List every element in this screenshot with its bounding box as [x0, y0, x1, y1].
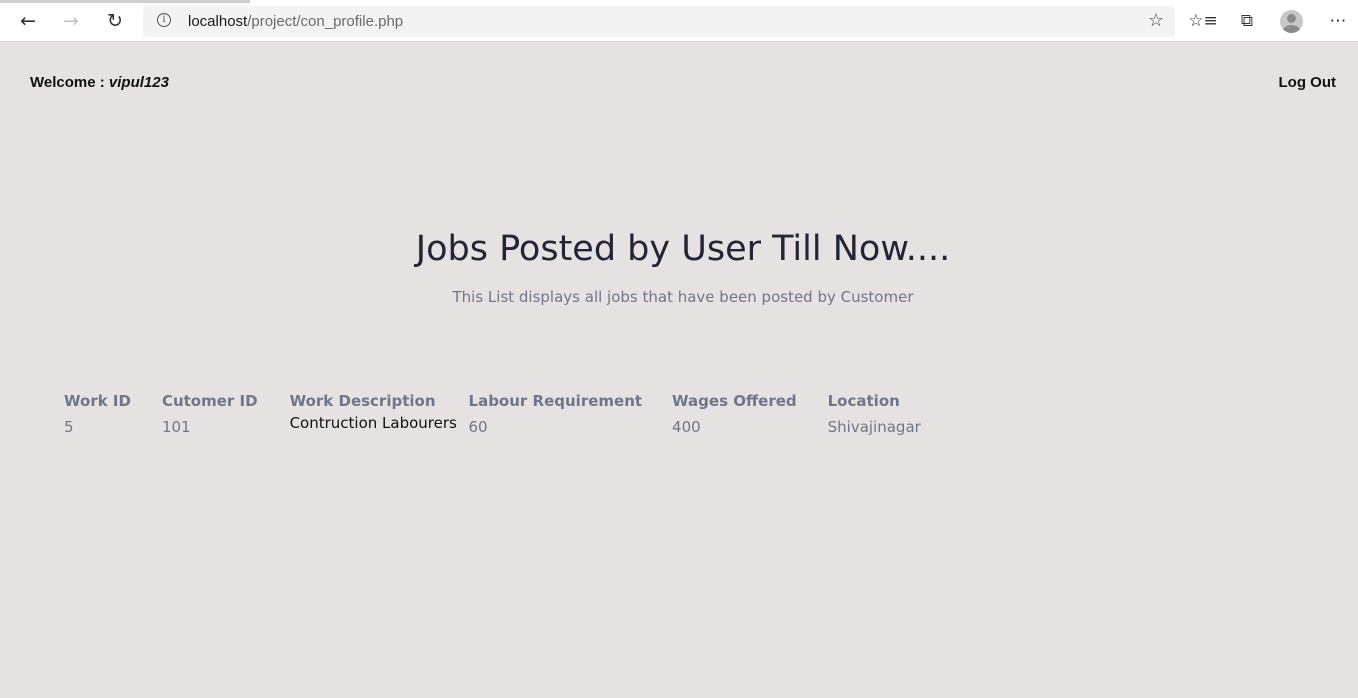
- page-title: Jobs Posted by User Till Now....: [415, 229, 951, 269]
- column-header-location: Location: [827, 392, 900, 410]
- cell-work-id: 5: [64, 418, 74, 436]
- profile-avatar[interactable]: [1280, 10, 1303, 33]
- site-info-icon[interactable]: i: [157, 13, 171, 27]
- favorite-star-icon[interactable]: ☆: [1148, 10, 1164, 31]
- table-row: 5 101 Contruction Labourers 60 400 Shiva…: [64, 414, 933, 436]
- address-bar[interactable]: i localhost/project/con_profile.php ☆: [143, 6, 1175, 37]
- page-subtitle: This List displays all jobs that have be…: [452, 288, 914, 306]
- column-header-wages-offered: Wages Offered: [672, 392, 797, 410]
- refresh-icon[interactable]: ↻: [101, 7, 129, 35]
- cell-customer-id: 101: [161, 418, 191, 436]
- cell-labour-requirement: 60: [468, 418, 488, 436]
- avatar-head: [1287, 14, 1296, 23]
- table-header-row: Work ID Cutomer ID Work Description Labo…: [64, 392, 933, 418]
- url-path: /project/con_profile.php: [247, 13, 404, 30]
- collections-icon[interactable]: ⧉: [1234, 8, 1260, 34]
- column-header-customer-id: Cutomer ID: [161, 392, 258, 410]
- url-host: localhost: [188, 13, 248, 30]
- more-options-icon[interactable]: ⋯: [1325, 8, 1351, 34]
- forward-icon[interactable]: →: [57, 7, 85, 35]
- avatar-body: [1283, 25, 1300, 33]
- back-icon[interactable]: ←: [14, 7, 42, 35]
- jobs-table: Work ID Cutomer ID Work Description Labo…: [64, 392, 933, 436]
- url-text[interactable]: localhost/project/con_profile.php: [188, 6, 403, 37]
- welcome-message: Welcome : vipul123: [30, 74, 169, 91]
- welcome-label: Welcome :: [30, 74, 109, 91]
- username: vipul123: [108, 74, 169, 91]
- favorites-list-icon[interactable]: ☆≡: [1188, 8, 1217, 34]
- logout-link[interactable]: Log Out: [1279, 74, 1336, 91]
- column-header-labour-requirement: Labour Requirement: [468, 392, 643, 410]
- cell-location: Shivajinagar: [827, 418, 921, 436]
- column-header-work-id: Work ID: [64, 392, 131, 410]
- cell-work-description: Contruction Labourers: [289, 414, 457, 432]
- cell-wages-offered: 400: [672, 418, 701, 436]
- tab-strip-edge: [0, 0, 250, 3]
- browser-toolbar: ← → ↻ i localhost/project/con_profile.ph…: [0, 0, 1358, 42]
